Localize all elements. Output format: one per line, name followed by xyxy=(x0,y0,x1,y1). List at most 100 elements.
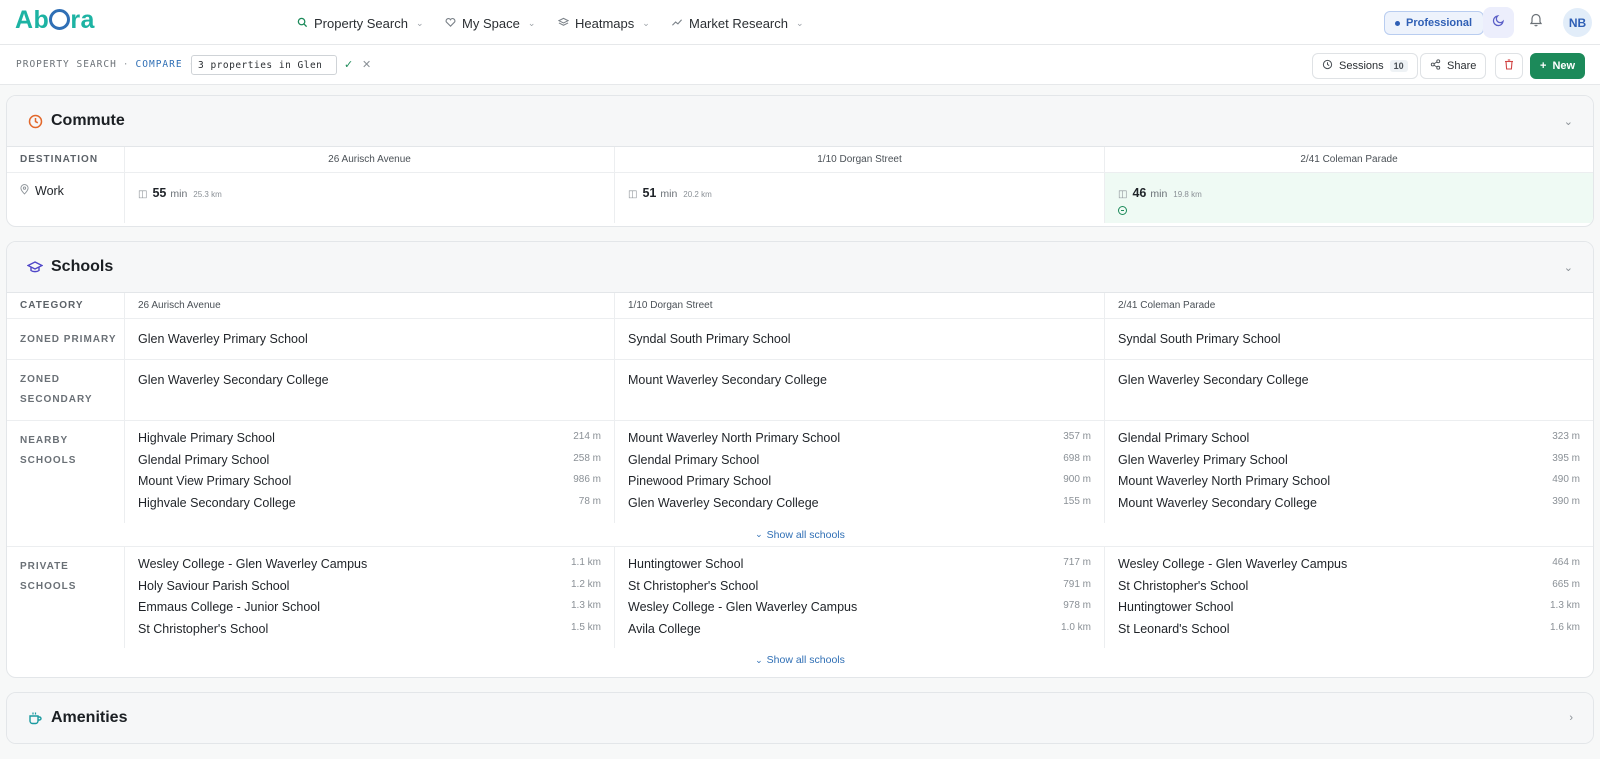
list-item[interactable]: Holy Saviour Parish School 1.2 km xyxy=(138,579,601,601)
list-item[interactable]: Mount Waverley North Primary School 357 m xyxy=(628,431,1091,453)
list-item[interactable]: Glendal Primary School 258 m xyxy=(138,453,601,475)
school-distance: 155 m xyxy=(1063,495,1091,507)
breadcrumb-property-search[interactable]: PROPERTY SEARCH xyxy=(16,59,117,70)
new-button[interactable]: + New xyxy=(1530,53,1586,79)
show-all-schools-link[interactable]: ⌄ Show all schools xyxy=(7,648,1593,672)
list-item[interactable]: St Leonard's School 1.6 km xyxy=(1118,622,1580,644)
list-item[interactable]: Highvale Primary School 214 m xyxy=(138,431,601,453)
school-cell: Mount Waverley Secondary College xyxy=(615,360,1105,420)
list-item[interactable]: Avila College 1.0 km xyxy=(628,622,1091,644)
search-icon xyxy=(296,17,308,29)
list-item[interactable]: Mount Waverley Secondary College 390 m xyxy=(1118,496,1580,518)
commute-header[interactable]: Commute ⌄ xyxy=(7,96,1593,147)
list-item[interactable]: Huntingtower School 1.3 km xyxy=(1118,600,1580,622)
school-distance: 978 m xyxy=(1063,600,1091,611)
school-cell: Glen Waverley Secondary College xyxy=(125,360,615,420)
sessions-button[interactable]: Sessions 10 xyxy=(1312,53,1418,79)
school-name[interactable]: Glen Waverley Secondary College xyxy=(138,373,329,387)
school-list: Wesley College - Glen Waverley Campus 464… xyxy=(1105,547,1593,648)
commute-unit: min xyxy=(660,188,678,200)
school-name: Highvale Secondary College xyxy=(138,495,296,510)
school-distance: 1.6 km xyxy=(1549,621,1580,633)
school-distance: 390 m xyxy=(1552,495,1580,507)
list-item[interactable]: Emmaus College - Junior School 1.3 km xyxy=(138,600,601,622)
app-logo[interactable]: Ab ra xyxy=(15,6,95,35)
session-name-input[interactable] xyxy=(191,55,337,75)
chevron-down-icon: ⌄ xyxy=(415,17,424,28)
property-column-header: 2/41 Coleman Parade xyxy=(1118,300,1216,311)
status-dot xyxy=(1395,20,1400,26)
list-item[interactable]: St Christopher's School 1.5 km xyxy=(138,622,601,644)
school-name: Wesley College - Glen Waverley Campus xyxy=(628,600,858,614)
school-name[interactable]: Syndal South Primary School xyxy=(628,332,791,346)
close-icon[interactable]: ✕ xyxy=(362,58,371,71)
schools-header[interactable]: Schools ⌄ xyxy=(7,242,1593,293)
share-icon xyxy=(1430,59,1441,73)
school-distance: 214 m xyxy=(573,431,601,442)
transit-icon: ◫ xyxy=(628,189,638,200)
school-name[interactable]: Mount Waverley Secondary College xyxy=(628,373,827,387)
list-item[interactable]: Wesley College - Glen Waverley Campus 1.1… xyxy=(138,557,601,579)
nav-label: Heatmaps xyxy=(575,15,635,31)
list-item[interactable]: Glendal Primary School 323 m xyxy=(1118,431,1580,453)
school-cell: Syndal South Primary School xyxy=(1105,319,1593,359)
show-all-label: Show all schools xyxy=(766,528,845,541)
chevron-down-icon: ⌄ xyxy=(755,529,763,539)
school-name[interactable]: Glen Waverley Secondary College xyxy=(1118,373,1309,387)
list-item[interactable]: Pinewood Primary School 900 m xyxy=(628,474,1091,496)
avatar[interactable]: NB xyxy=(1563,8,1592,37)
history-icon xyxy=(1322,59,1333,73)
category-cell: PRIVATE SCHOOLS xyxy=(7,547,125,648)
list-item[interactable]: Glendal Primary School 698 m xyxy=(628,453,1091,475)
breadcrumb-compare[interactable]: COMPARE xyxy=(136,59,183,70)
nav-my-space[interactable]: My Space ⌄ xyxy=(444,13,535,33)
nav-market-research[interactable]: Market Research ⌄ xyxy=(671,13,804,33)
school-distance: 717 m xyxy=(1063,557,1091,568)
list-item[interactable]: Huntingtower School 717 m xyxy=(628,557,1091,579)
chevron-down-icon[interactable]: ⌄ xyxy=(1564,115,1573,128)
list-item[interactable]: Mount Waverley North Primary School 490 m xyxy=(1118,474,1580,496)
school-distance: 986 m xyxy=(573,474,601,485)
list-item[interactable]: Mount View Primary School 986 m xyxy=(138,474,601,496)
section-title: Schools xyxy=(51,258,114,275)
plus-icon: + xyxy=(1540,60,1547,72)
check-icon[interactable]: ✓ xyxy=(344,58,353,71)
theme-toggle-button[interactable] xyxy=(1483,7,1514,38)
chevron-down-icon[interactable]: ⌄ xyxy=(1564,261,1573,274)
amenities-header[interactable]: Amenities › xyxy=(7,693,1593,743)
school-name: Pinewood Primary School xyxy=(628,474,772,488)
plan-badge[interactable]: Professional xyxy=(1384,11,1485,35)
chevron-right-icon[interactable]: › xyxy=(1569,712,1573,724)
category-label: SCHOOLS xyxy=(20,581,77,592)
transit-icon: ◫ xyxy=(1118,189,1128,200)
list-item[interactable]: St Christopher's School 665 m xyxy=(1118,579,1580,601)
school-list: Highvale Primary School 214 m Glendal Pri… xyxy=(125,421,615,523)
nav-heatmaps[interactable]: Heatmaps ⌄ xyxy=(557,13,650,33)
school-distance: 357 m xyxy=(1063,431,1091,442)
clock-icon xyxy=(27,113,43,129)
category-cell: NEARBY SCHOOLS xyxy=(7,421,125,523)
list-item[interactable]: St Christopher's School 791 m xyxy=(628,579,1091,601)
list-item[interactable]: Glen Waverley Secondary College 155 m xyxy=(628,496,1091,518)
school-cell: Glen Waverley Primary School xyxy=(125,319,615,359)
show-all-schools-link[interactable]: ⌄ Show all schools xyxy=(7,523,1593,547)
nav-property-search[interactable]: Property Search ⌄ xyxy=(296,13,423,33)
breadcrumb-separator: · xyxy=(122,59,130,70)
category-label: ZONED xyxy=(20,374,60,385)
graduation-cap-icon xyxy=(27,259,43,275)
destination-label: Work xyxy=(35,184,64,198)
delete-button[interactable] xyxy=(1495,53,1523,79)
school-distance: 900 m xyxy=(1063,474,1091,485)
school-name[interactable]: Syndal South Primary School xyxy=(1118,332,1281,346)
list-item[interactable]: Wesley College - Glen Waverley Campus 464… xyxy=(1118,557,1580,579)
list-item[interactable]: Highvale Secondary College 78 m xyxy=(138,496,601,518)
school-name: Mount Waverley North Primary School xyxy=(628,431,841,445)
show-all-label: Show all schools xyxy=(766,654,845,666)
notifications-button[interactable] xyxy=(1526,12,1546,32)
share-button[interactable]: Share xyxy=(1420,53,1487,79)
list-item[interactable]: Glen Waverley Primary School 395 m xyxy=(1118,453,1580,475)
list-item[interactable]: Wesley College - Glen Waverley Campus 978… xyxy=(628,600,1091,622)
school-distance: 395 m xyxy=(1552,452,1580,464)
school-name[interactable]: Glen Waverley Primary School xyxy=(138,332,308,346)
sessions-count-badge: 10 xyxy=(1389,60,1408,72)
